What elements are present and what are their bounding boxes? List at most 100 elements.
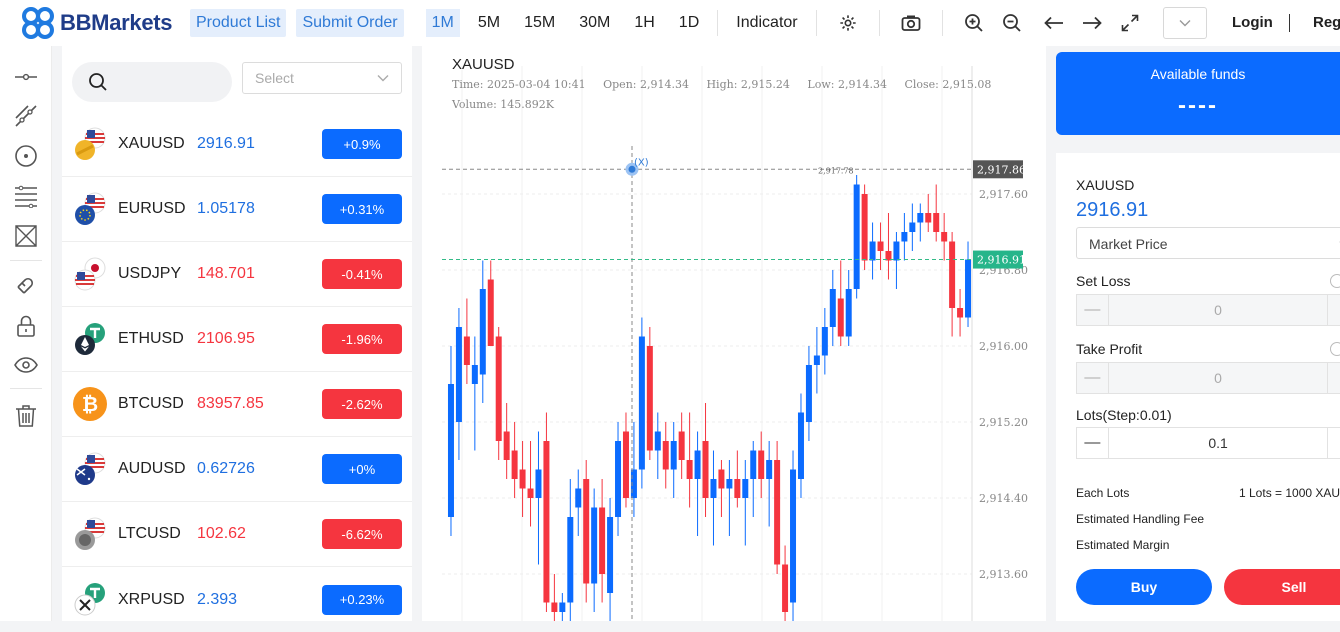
search-input[interactable] xyxy=(116,74,216,90)
register-link[interactable]: Regi xyxy=(1313,14,1340,31)
login-link[interactable]: Login xyxy=(1232,14,1273,31)
candle-body xyxy=(941,232,948,242)
candle-body xyxy=(957,308,964,318)
change-badge: +0% xyxy=(322,454,402,484)
timeframe-1d[interactable]: 1D xyxy=(673,9,705,37)
eye-icon[interactable] xyxy=(13,352,39,378)
chevron-down-icon xyxy=(377,75,389,82)
lots-input[interactable]: 0.1 xyxy=(1109,428,1328,458)
magnet-icon[interactable] xyxy=(13,272,39,298)
price-chart[interactable]: 2,917.60 2,916.80 2,916.00 2,915.20 2,914.40… xyxy=(422,46,1046,621)
lock-icon[interactable] xyxy=(13,313,39,339)
funds-value: ---- xyxy=(1178,92,1218,119)
market-row-usdjpy[interactable]: USDJPY 148.701 -0.41% xyxy=(62,242,412,307)
market-row-ltcusd[interactable]: LTCUSD 102.62 -6.62% xyxy=(62,502,412,567)
candle-body xyxy=(797,412,804,479)
each-lots-value: 1 Lots = 1000 XAUU xyxy=(1239,486,1340,500)
fib-lines-icon[interactable] xyxy=(13,183,39,209)
symbol-name: XAUUSD xyxy=(118,135,185,152)
candle-body xyxy=(758,450,765,479)
market-row-audusd[interactable]: AUDUSD 0.62726 +0% xyxy=(62,437,412,502)
high-marker: 2,917.78 xyxy=(818,166,854,175)
usdjpy-flag-icon xyxy=(72,256,108,292)
horizontal-line-icon[interactable] xyxy=(13,64,39,90)
search-box[interactable] xyxy=(72,62,232,102)
zoom-in-icon[interactable] xyxy=(963,12,985,34)
divider xyxy=(10,388,42,389)
symbol-name: USDJPY xyxy=(118,265,182,282)
timeframe-15m[interactable]: 15M xyxy=(518,9,561,37)
candle-body xyxy=(447,384,454,517)
candle-body xyxy=(829,289,836,327)
settings-icon[interactable] xyxy=(837,12,859,34)
fullscreen-icon[interactable] xyxy=(1119,12,1141,34)
minus-icon[interactable]: — xyxy=(1077,428,1109,458)
candle-body xyxy=(678,431,685,460)
sell-button[interactable]: Sell xyxy=(1224,569,1340,605)
market-list-panel: Select XAUUSD 2916.91 +0.9% EURUSD 1.051… xyxy=(62,46,412,621)
timeframe-5m[interactable]: 5M xyxy=(472,9,506,37)
category-select[interactable]: Select xyxy=(242,62,402,94)
take-profit-toggle[interactable] xyxy=(1330,342,1340,356)
take-profit-label: Take Profit xyxy=(1076,341,1143,357)
order-type-select[interactable]: Market Price xyxy=(1076,227,1340,259)
chart-symbol: XAUUSD xyxy=(452,56,515,73)
language-dropdown[interactable] xyxy=(1163,7,1207,39)
trend-line-icon[interactable] xyxy=(13,103,39,129)
candle-body xyxy=(495,336,502,441)
market-row-xauusd[interactable]: XAUUSD 2916.91 +0.9% xyxy=(62,112,412,177)
top-header: BBMarkets Product List Submit Order 1M 5… xyxy=(0,0,1340,46)
ohlc-time: Time: 2025-03-04 10:41 xyxy=(452,78,586,91)
trash-icon[interactable] xyxy=(13,403,39,429)
set-loss-toggle[interactable] xyxy=(1330,274,1340,288)
arrow-left-icon[interactable] xyxy=(1043,12,1065,34)
buy-button[interactable]: Buy xyxy=(1076,569,1212,605)
market-row-xrpusd[interactable]: XRPUSD 2.393 +0.23% xyxy=(62,567,412,632)
order-type-value: Market Price xyxy=(1089,236,1168,252)
logo[interactable]: BBMarkets xyxy=(20,5,190,41)
plus-button[interactable] xyxy=(1327,428,1340,458)
timeframe-1h[interactable]: 1H xyxy=(628,9,660,37)
candle-body xyxy=(877,241,884,251)
submit-order-button[interactable]: Submit Order xyxy=(296,9,404,37)
candle-body xyxy=(821,327,828,356)
timeframe-1m[interactable]: 1M xyxy=(425,9,460,37)
y-axis-label: 2,917.60 xyxy=(979,188,1028,201)
set-loss-input[interactable]: 0 xyxy=(1109,295,1328,325)
chevron-down-icon xyxy=(1179,20,1191,27)
divider xyxy=(941,10,943,36)
plus-button[interactable] xyxy=(1327,363,1340,393)
minus-icon[interactable]: — xyxy=(1077,363,1109,393)
lots-stepper[interactable]: — 0.1 xyxy=(1076,427,1340,459)
drawing-toolbar xyxy=(0,46,52,621)
product-list-button[interactable]: Product List xyxy=(190,9,287,37)
camera-icon[interactable] xyxy=(900,12,922,34)
symbol-name: BTCUSD xyxy=(118,395,184,412)
ohlc-info: Time: 2025-03-04 10:41 Open: 2,914.34 Hi… xyxy=(452,78,1005,91)
candle-body xyxy=(487,279,494,346)
market-row-eurusd[interactable]: EURUSD 1.05178 +0.31% xyxy=(62,177,412,242)
market-row-ethusd[interactable]: ETHUSD 2106.95 -1.96% xyxy=(62,307,412,372)
timeframe-30m[interactable]: 30M xyxy=(573,9,616,37)
change-badge: -0.41% xyxy=(322,259,402,289)
minus-icon[interactable]: — xyxy=(1077,295,1109,325)
take-profit-stepper[interactable]: — 0 xyxy=(1076,362,1340,394)
zoom-out-icon[interactable] xyxy=(1001,12,1023,34)
take-profit-input[interactable]: 0 xyxy=(1109,363,1328,393)
symbol-name: ETHUSD xyxy=(118,330,184,347)
pattern-icon[interactable] xyxy=(13,223,39,249)
symbol-price: 148.701 xyxy=(197,265,255,282)
set-loss-stepper[interactable]: — 0 xyxy=(1076,294,1340,326)
market-row-btcusd[interactable]: ₿ BTCUSD 83957.85 -2.62% xyxy=(62,372,412,437)
ohlc-open: Open: 2,914.34 xyxy=(603,78,689,91)
arrow-right-icon[interactable] xyxy=(1081,12,1103,34)
candle-body xyxy=(694,450,701,479)
plus-button[interactable] xyxy=(1327,295,1340,325)
circle-target-icon[interactable] xyxy=(13,143,39,169)
candle-body xyxy=(575,488,582,508)
candlestick-chart[interactable]: 2,917.602,916.802,916.002,915.202,914.40… xyxy=(422,46,1046,621)
order-price: 2916.91 xyxy=(1076,199,1149,221)
indicator-button[interactable]: Indicator xyxy=(730,9,803,37)
candle-body xyxy=(543,441,550,603)
handling-fee-label: Estimated Handling Fee xyxy=(1076,512,1205,526)
